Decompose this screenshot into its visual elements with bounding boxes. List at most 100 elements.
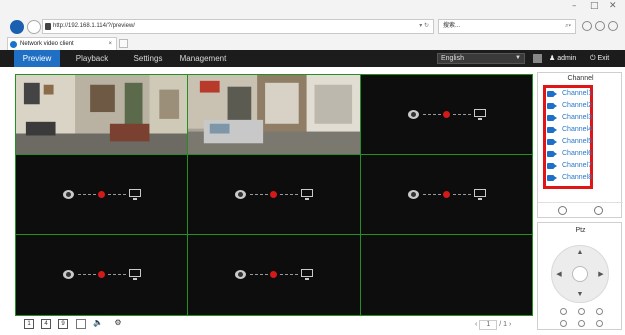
no-video-placeholder bbox=[235, 188, 313, 201]
address-url: http://192.168.1.114/?/preview/ bbox=[53, 23, 135, 29]
status-dot bbox=[442, 190, 450, 198]
monitor-icon bbox=[128, 188, 141, 200]
gear-icon[interactable] bbox=[608, 21, 618, 31]
monitor-icon bbox=[301, 188, 313, 200]
volume-icon[interactable]: 🔈 bbox=[93, 319, 103, 329]
page-icon bbox=[45, 23, 51, 30]
video-cell-9[interactable] bbox=[360, 234, 533, 316]
video-camera-icon bbox=[547, 151, 557, 157]
video-camera-icon bbox=[547, 103, 557, 109]
new-tab-button[interactable] bbox=[119, 39, 128, 48]
snapshot-icon[interactable] bbox=[76, 319, 86, 329]
close-window-icon[interactable]: ✕ bbox=[609, 1, 617, 11]
video-cell-2[interactable] bbox=[187, 74, 361, 155]
status-dot bbox=[270, 271, 277, 278]
layout-9-button[interactable]: 9 bbox=[58, 319, 68, 329]
camera-icon bbox=[235, 270, 246, 279]
arrow-right-icon[interactable]: ▶ bbox=[596, 270, 606, 278]
user-name: admin bbox=[557, 55, 577, 62]
search-input[interactable]: 搜索... ⌕▾ bbox=[438, 19, 576, 34]
ptz-direction-pad: ▲ ▼ ◀ ▶ bbox=[551, 245, 609, 303]
panel-icon[interactable] bbox=[533, 54, 542, 63]
video-camera-icon bbox=[547, 127, 557, 133]
zoom-in-icon[interactable] bbox=[560, 308, 567, 315]
prev-page-icon[interactable]: ‹ bbox=[475, 321, 477, 328]
video-grid bbox=[15, 74, 533, 316]
channel-panel: Channel Channel1 Channel2 Channel3 Chann… bbox=[537, 72, 623, 219]
bottom-toolbar: 1 4 9 🔈 ⚙ ‹ 1 / 1 › bbox=[15, 316, 533, 332]
browser-tab[interactable]: Network video client × bbox=[7, 37, 117, 50]
video-cell-6[interactable] bbox=[360, 154, 533, 235]
camera-icon bbox=[62, 270, 74, 279]
tab-playback[interactable]: Playback bbox=[68, 50, 116, 67]
language-select[interactable]: English ▼ bbox=[437, 53, 525, 64]
monitor-icon bbox=[128, 269, 141, 280]
power-icon: ⏻ bbox=[590, 55, 596, 62]
exit-label: Exit bbox=[597, 55, 610, 62]
camera-icon bbox=[62, 189, 74, 199]
tab-management[interactable]: Management bbox=[176, 50, 230, 67]
address-bar[interactable]: http://192.168.1.114/?/preview/ ▾ ↻ bbox=[42, 19, 434, 34]
tab-title: Network video client bbox=[20, 41, 74, 47]
language-value: English bbox=[441, 55, 464, 62]
video-camera-icon bbox=[547, 139, 557, 145]
camera-icon bbox=[235, 189, 246, 199]
minimize-icon[interactable]: – bbox=[572, 1, 577, 11]
home-icon[interactable] bbox=[582, 21, 592, 31]
iris-icon[interactable] bbox=[596, 308, 603, 315]
refresh-icon[interactable] bbox=[558, 206, 567, 215]
favorites-icon[interactable] bbox=[595, 21, 605, 31]
video-cell-1[interactable] bbox=[15, 74, 188, 155]
page-input[interactable]: 1 bbox=[479, 320, 498, 330]
channel-tools bbox=[538, 202, 623, 219]
arrow-down-icon[interactable]: ▼ bbox=[575, 291, 585, 298]
page-total: / 1 bbox=[499, 321, 508, 328]
video-cell-8[interactable] bbox=[187, 234, 361, 316]
tab-settings[interactable]: Settings bbox=[126, 50, 170, 67]
video-cell-3[interactable] bbox=[360, 74, 533, 155]
video-cell-5[interactable] bbox=[187, 154, 361, 235]
monitor-icon bbox=[473, 108, 486, 120]
status-dot bbox=[270, 190, 277, 198]
video-camera-icon bbox=[547, 175, 557, 181]
tab-preview[interactable]: Preview bbox=[14, 50, 60, 67]
back-button[interactable] bbox=[10, 20, 24, 34]
channel-panel-title: Channel bbox=[567, 75, 594, 82]
zoom-icon[interactable] bbox=[594, 206, 603, 215]
layout-4-button[interactable]: 4 bbox=[41, 319, 51, 329]
user-icon: ♟ bbox=[549, 55, 556, 62]
no-video-placeholder bbox=[407, 108, 486, 121]
layout-1-button[interactable]: 1 bbox=[24, 319, 34, 329]
exit-button[interactable]: ⏻ Exit bbox=[590, 50, 609, 67]
focus-icon[interactable] bbox=[578, 308, 585, 315]
forward-button[interactable] bbox=[27, 20, 41, 34]
focus-out-icon[interactable] bbox=[578, 320, 585, 327]
arrow-left-icon[interactable]: ◀ bbox=[554, 270, 564, 278]
no-video-placeholder bbox=[62, 188, 141, 201]
no-video-placeholder bbox=[407, 188, 486, 201]
no-video-placeholder bbox=[235, 269, 313, 281]
pager: ‹ 1 / 1 › bbox=[475, 320, 511, 330]
tab-close-icon[interactable]: × bbox=[108, 38, 112, 50]
search-icon[interactable]: ⌕▾ bbox=[565, 20, 571, 33]
tab-favicon bbox=[10, 41, 17, 48]
video-cell-4[interactable] bbox=[15, 154, 188, 235]
zoom-out-icon[interactable] bbox=[560, 320, 567, 327]
video-camera-icon bbox=[547, 115, 557, 121]
status-dot bbox=[97, 271, 105, 278]
camera-icon bbox=[407, 109, 419, 119]
video-camera-icon bbox=[547, 91, 557, 97]
ptz-auto-button[interactable] bbox=[572, 266, 588, 282]
arrow-up-icon[interactable]: ▲ bbox=[575, 249, 585, 256]
settings-icon[interactable]: ⚙ bbox=[113, 319, 123, 329]
status-dot bbox=[97, 190, 105, 198]
maximize-icon[interactable]: □ bbox=[590, 1, 599, 11]
monitor-icon bbox=[301, 269, 313, 280]
next-page-icon[interactable]: › bbox=[509, 321, 511, 328]
iris-close-icon[interactable] bbox=[596, 320, 603, 327]
video-cell-7[interactable] bbox=[15, 234, 188, 316]
video-camera-icon bbox=[547, 163, 557, 169]
status-dot bbox=[442, 110, 450, 118]
app-navbar: Preview Playback Settings Management Eng… bbox=[0, 50, 625, 67]
refresh-icon[interactable]: ▾ ↻ bbox=[419, 20, 429, 33]
